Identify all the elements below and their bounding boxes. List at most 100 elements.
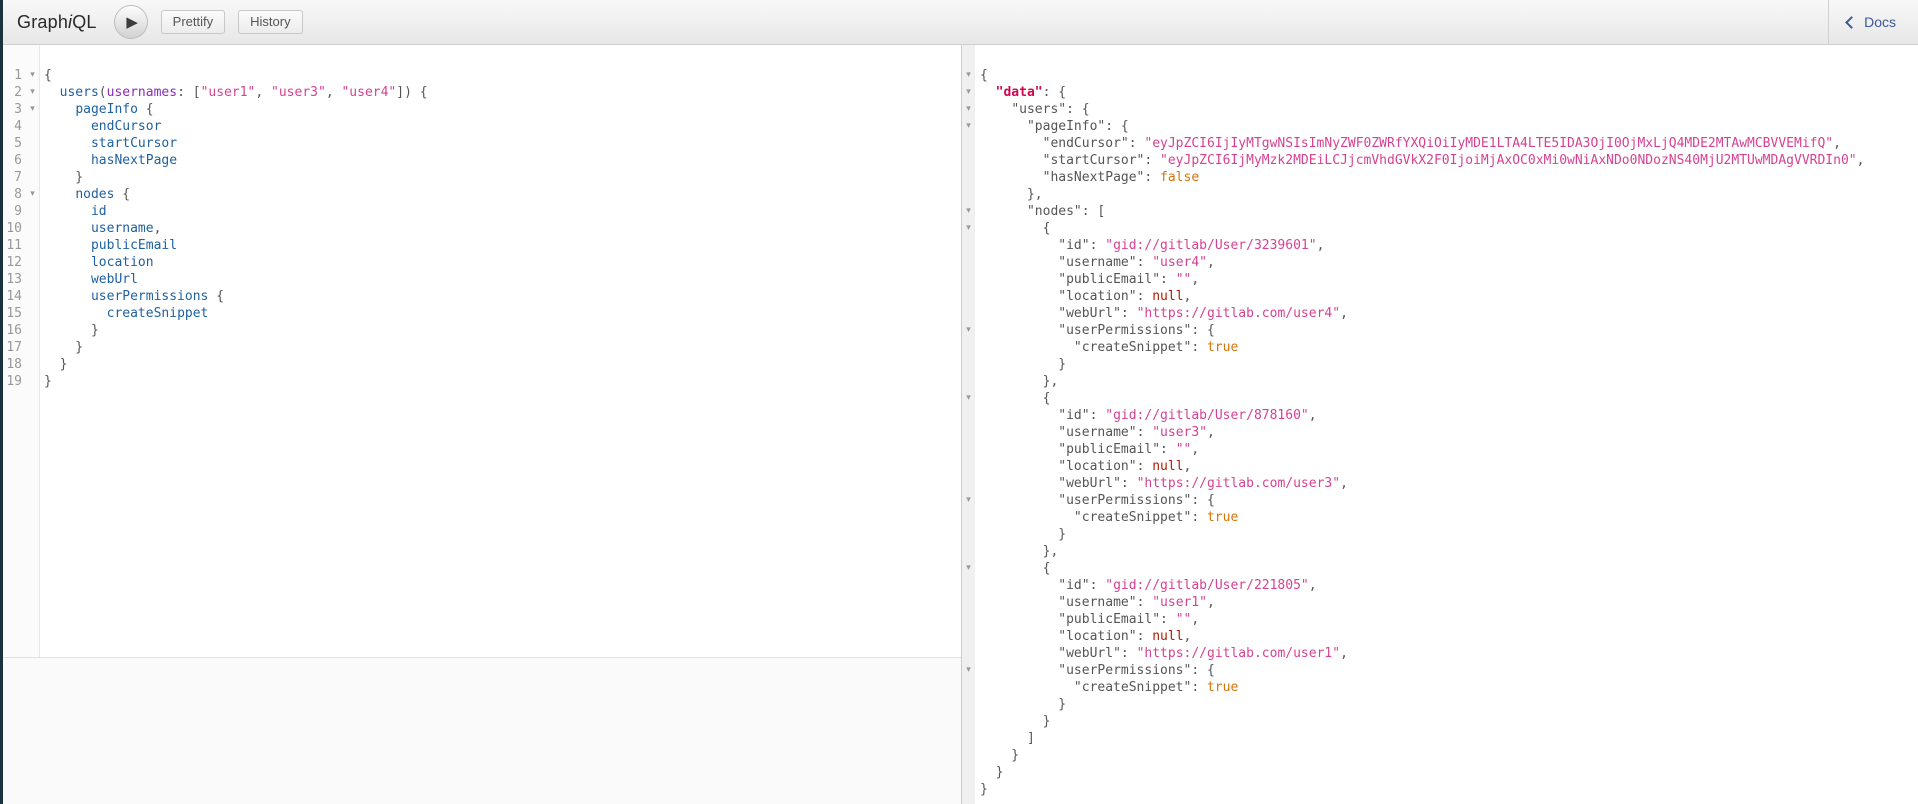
editor-line: 2▾ users(usernames: ["user1", "user3", "… bbox=[3, 84, 961, 101]
fold-gutter-cell bbox=[962, 543, 975, 560]
fold-gutter-cell bbox=[962, 288, 975, 305]
code-text: } bbox=[980, 696, 1066, 713]
result-line: "publicEmail": "", bbox=[962, 271, 1918, 288]
history-button[interactable]: History bbox=[238, 10, 302, 34]
result-line: } bbox=[962, 713, 1918, 730]
code-text: location bbox=[44, 254, 154, 271]
fold-gutter-cell bbox=[962, 781, 975, 798]
fold-gutter-cell bbox=[962, 135, 975, 152]
fold-gutter-cell bbox=[26, 373, 39, 390]
result-line: ▾ { bbox=[962, 390, 1918, 407]
fold-gutter-cell bbox=[962, 509, 975, 526]
code-text: createSnippet bbox=[44, 305, 208, 322]
fold-gutter-cell bbox=[26, 322, 39, 339]
fold-gutter-cell bbox=[962, 305, 975, 322]
fold-arrow-icon[interactable]: ▾ bbox=[962, 492, 975, 509]
editor-line: 12 location bbox=[3, 254, 961, 271]
docs-button-label: Docs bbox=[1864, 14, 1896, 30]
editor-line: 16 } bbox=[3, 322, 961, 339]
code-text: "username": "user4", bbox=[980, 254, 1215, 271]
editor-line: 17 } bbox=[3, 339, 961, 356]
fold-arrow-icon[interactable]: ▾ bbox=[26, 186, 39, 203]
line-number: 3 bbox=[3, 101, 26, 118]
result-line: ▾ "users": { bbox=[962, 101, 1918, 118]
execute-query-button[interactable]: ▶ bbox=[114, 5, 148, 39]
code-text: hasNextPage bbox=[44, 152, 177, 169]
fold-arrow-icon[interactable]: ▾ bbox=[962, 67, 975, 84]
code-text: "publicEmail": "", bbox=[980, 611, 1199, 628]
code-text: ] bbox=[980, 730, 1035, 747]
result-line: ▾ "userPermissions": { bbox=[962, 662, 1918, 679]
code-text: "userPermissions": { bbox=[980, 492, 1215, 509]
code-text: } bbox=[980, 526, 1066, 543]
code-text: "pageInfo": { bbox=[980, 118, 1129, 135]
code-text: "location": null, bbox=[980, 288, 1191, 305]
code-text: } bbox=[980, 764, 1003, 781]
code-text: "location": null, bbox=[980, 458, 1191, 475]
code-text: "userPermissions": { bbox=[980, 662, 1215, 679]
code-text: } bbox=[980, 747, 1019, 764]
docs-button[interactable]: Docs bbox=[1828, 0, 1918, 44]
code-text: userPermissions { bbox=[44, 288, 224, 305]
fold-gutter-cell bbox=[962, 645, 975, 662]
editor-line: 10 username, bbox=[3, 220, 961, 237]
fold-gutter-cell bbox=[962, 526, 975, 543]
fold-arrow-icon[interactable]: ▾ bbox=[962, 118, 975, 135]
fold-gutter-cell bbox=[962, 611, 975, 628]
code-text: "publicEmail": "", bbox=[980, 441, 1199, 458]
code-text: } bbox=[44, 339, 83, 356]
fold-gutter-cell bbox=[962, 407, 975, 424]
code-text: }, bbox=[980, 543, 1058, 560]
fold-gutter-cell bbox=[962, 764, 975, 781]
editor-line: 9 id bbox=[3, 203, 961, 220]
code-text: } bbox=[44, 322, 99, 339]
code-text: "userPermissions": { bbox=[980, 322, 1215, 339]
result-line: }, bbox=[962, 543, 1918, 560]
result-line: } bbox=[962, 747, 1918, 764]
fold-gutter-cell bbox=[26, 305, 39, 322]
line-number: 18 bbox=[3, 356, 26, 373]
prettify-button[interactable]: Prettify bbox=[161, 10, 225, 34]
line-number: 7 bbox=[3, 169, 26, 186]
code-text: }, bbox=[980, 373, 1058, 390]
fold-gutter-cell bbox=[962, 254, 975, 271]
fold-gutter-cell bbox=[26, 288, 39, 305]
fold-gutter-cell bbox=[962, 679, 975, 696]
line-number: 11 bbox=[3, 237, 26, 254]
code-text: "createSnippet": true bbox=[980, 509, 1238, 526]
fold-arrow-icon[interactable]: ▾ bbox=[962, 322, 975, 339]
fold-gutter-cell bbox=[962, 747, 975, 764]
fold-arrow-icon[interactable]: ▾ bbox=[962, 203, 975, 220]
fold-gutter-cell bbox=[962, 186, 975, 203]
code-text: "webUrl": "https://gitlab.com/user3", bbox=[980, 475, 1348, 492]
code-text: "id": "gid://gitlab/User/221805", bbox=[980, 577, 1317, 594]
fold-arrow-icon[interactable]: ▾ bbox=[26, 84, 39, 101]
play-icon: ▶ bbox=[126, 15, 138, 30]
fold-gutter-cell bbox=[962, 594, 975, 611]
fold-arrow-icon[interactable]: ▾ bbox=[962, 220, 975, 237]
fold-arrow-icon[interactable]: ▾ bbox=[962, 662, 975, 679]
code-text: startCursor bbox=[44, 135, 177, 152]
line-number: 9 bbox=[3, 203, 26, 220]
result-line: ▾ { bbox=[962, 560, 1918, 577]
fold-arrow-icon[interactable]: ▾ bbox=[26, 101, 39, 118]
fold-gutter-cell bbox=[962, 628, 975, 645]
code-text: "id": "gid://gitlab/User/878160", bbox=[980, 407, 1317, 424]
editor-line: 13 webUrl bbox=[3, 271, 961, 288]
code-text: "endCursor": "eyJpZCI6IjIyMTgwNSIsImNyZW… bbox=[980, 135, 1841, 152]
fold-arrow-icon[interactable]: ▾ bbox=[962, 390, 975, 407]
result-line: "endCursor": "eyJpZCI6IjIyMTgwNSIsImNyZW… bbox=[962, 135, 1918, 152]
result-line: } bbox=[962, 781, 1918, 798]
fold-gutter-cell bbox=[962, 339, 975, 356]
result-line: "location": null, bbox=[962, 628, 1918, 645]
chevron-left-icon bbox=[1845, 16, 1858, 29]
fold-arrow-icon[interactable]: ▾ bbox=[962, 84, 975, 101]
query-editor[interactable]: 1▾{2▾ users(usernames: ["user1", "user3"… bbox=[3, 45, 961, 657]
toolbar: GraphiQL ▶ Prettify History Docs bbox=[3, 0, 1918, 45]
fold-arrow-icon[interactable]: ▾ bbox=[26, 67, 39, 84]
line-number: 1 bbox=[3, 67, 26, 84]
code-text: endCursor bbox=[44, 118, 161, 135]
result-line: "webUrl": "https://gitlab.com/user1", bbox=[962, 645, 1918, 662]
fold-arrow-icon[interactable]: ▾ bbox=[962, 101, 975, 118]
fold-arrow-icon[interactable]: ▾ bbox=[962, 560, 975, 577]
